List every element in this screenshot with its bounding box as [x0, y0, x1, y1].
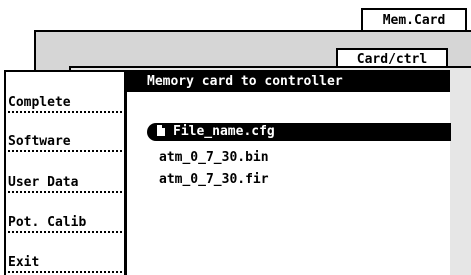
- file-name: atm_0_7_30.fir: [159, 172, 269, 187]
- file-name: File_name.cfg: [173, 124, 275, 139]
- menu-item-user-data[interactable]: User Data: [8, 175, 122, 193]
- file-item[interactable]: atm_0_7_30.bin: [159, 149, 269, 167]
- file-item-selected[interactable]: File_name.cfg: [147, 123, 451, 141]
- file-list-panel: Memory card to controller File_name.cfg …: [125, 70, 451, 275]
- file-icon: [157, 125, 165, 136]
- menu-item-software[interactable]: Software: [8, 134, 122, 152]
- file-item[interactable]: atm_0_7_30.fir: [159, 171, 269, 189]
- tab-mem-card[interactable]: Mem.Card: [361, 8, 467, 32]
- panel-title: Memory card to controller: [127, 72, 450, 92]
- menu-item-exit[interactable]: Exit: [8, 255, 122, 273]
- file-name: atm_0_7_30.bin: [159, 150, 269, 165]
- menu-item-complete[interactable]: Complete: [8, 95, 122, 113]
- sidebar-menu: Complete Software User Data Pot. Calib E…: [4, 70, 126, 275]
- tab-card-ctrl[interactable]: Card/ctrl: [336, 48, 448, 68]
- menu-item-pot-calib[interactable]: Pot. Calib: [8, 215, 122, 233]
